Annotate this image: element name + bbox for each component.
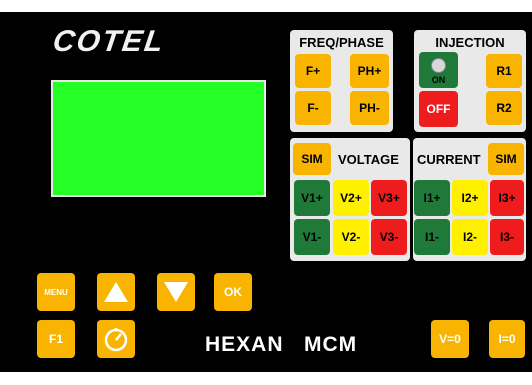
i1-plus-button[interactable]: I1+ xyxy=(414,180,450,216)
f-minus-button[interactable]: F- xyxy=(295,91,331,125)
ph-plus-button[interactable]: PH+ xyxy=(350,54,389,88)
voltage-sim-button[interactable]: SIM xyxy=(293,143,331,175)
freq-phase-title: FREQ/PHASE xyxy=(299,35,384,50)
v1-plus-button[interactable]: V1+ xyxy=(294,180,330,216)
i1-minus-button[interactable]: I1- xyxy=(414,219,450,255)
on-indicator-led-icon xyxy=(431,58,446,73)
menu-button[interactable]: MENU xyxy=(37,273,75,311)
ok-button[interactable]: OK xyxy=(214,273,252,311)
down-button[interactable] xyxy=(157,273,195,311)
injection-on-label: ON xyxy=(431,75,446,85)
i2-plus-button[interactable]: I2+ xyxy=(452,180,488,216)
lcd-display xyxy=(51,80,266,197)
voltage-title: VOLTAGE xyxy=(338,152,399,167)
v-zero-button[interactable]: V=0 xyxy=(431,320,469,358)
f-plus-button[interactable]: F+ xyxy=(295,54,331,88)
current-title: CURRENT xyxy=(417,152,481,167)
f1-button[interactable]: F1 xyxy=(37,320,75,358)
timer-button[interactable] xyxy=(97,320,135,358)
v1-minus-button[interactable]: V1- xyxy=(294,219,330,255)
current-sim-button[interactable]: SIM xyxy=(488,143,524,175)
i-zero-button[interactable]: I=0 xyxy=(489,320,525,358)
i3-plus-button[interactable]: I3+ xyxy=(490,180,524,216)
ph-minus-button[interactable]: PH- xyxy=(350,91,389,125)
v3-plus-button[interactable]: V3+ xyxy=(371,180,407,216)
up-button[interactable] xyxy=(97,273,135,311)
arrow-down-icon xyxy=(164,282,188,302)
r2-button[interactable]: R2 xyxy=(486,91,522,125)
arrow-up-icon xyxy=(104,282,128,302)
injection-title: INJECTION xyxy=(435,35,505,50)
device-faceplate: COTEL FREQ/PHASE F+ PH+ F- PH- INJECTION… xyxy=(0,0,532,385)
v3-minus-button[interactable]: V3- xyxy=(371,219,407,255)
r1-button[interactable]: R1 xyxy=(486,54,522,88)
i2-minus-button[interactable]: I2- xyxy=(452,219,488,255)
injection-on-button[interactable]: ON xyxy=(419,52,458,88)
model-name: HEXAN MCM xyxy=(205,333,358,356)
i3-minus-button[interactable]: I3- xyxy=(490,219,524,255)
injection-off-button[interactable]: OFF xyxy=(419,91,458,127)
v2-plus-button[interactable]: V2+ xyxy=(333,180,369,216)
timer-icon xyxy=(104,328,128,352)
cotel-logo: COTEL xyxy=(50,25,168,58)
v2-minus-button[interactable]: V2- xyxy=(333,219,369,255)
